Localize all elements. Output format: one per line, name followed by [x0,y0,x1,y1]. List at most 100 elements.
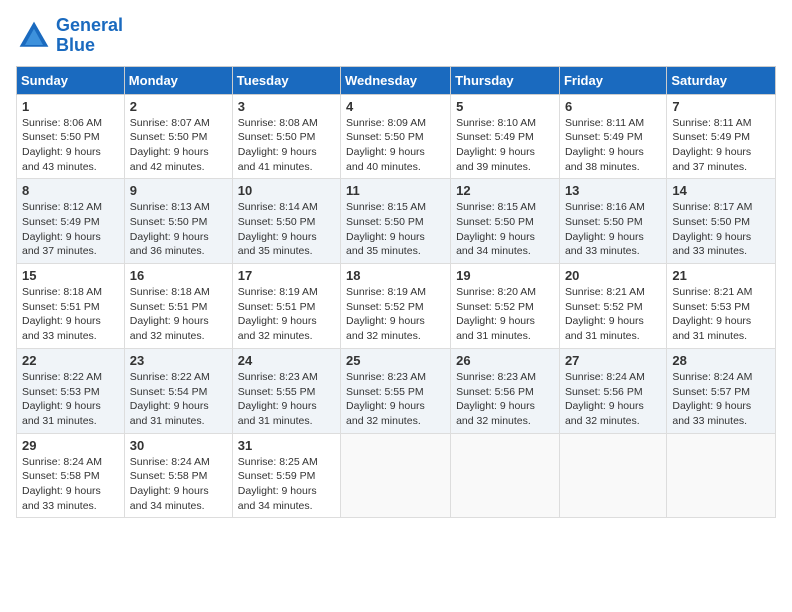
calendar-cell: 30 Sunrise: 8:24 AM Sunset: 5:58 PM Dayli… [124,433,232,518]
day-number: 17 [238,268,335,283]
calendar-cell: 23 Sunrise: 8:22 AM Sunset: 5:54 PM Dayli… [124,348,232,433]
calendar-cell: 16 Sunrise: 8:18 AM Sunset: 5:51 PM Dayli… [124,264,232,349]
day-info: Sunrise: 8:24 AM Sunset: 5:57 PM Dayligh… [672,370,770,429]
day-info: Sunrise: 8:11 AM Sunset: 5:49 PM Dayligh… [672,116,770,175]
day-info: Sunrise: 8:07 AM Sunset: 5:50 PM Dayligh… [130,116,227,175]
calendar-week-row: 15 Sunrise: 8:18 AM Sunset: 5:51 PM Dayli… [17,264,776,349]
calendar-cell: 22 Sunrise: 8:22 AM Sunset: 5:53 PM Dayli… [17,348,125,433]
day-info: Sunrise: 8:25 AM Sunset: 5:59 PM Dayligh… [238,455,335,514]
calendar-cell: 10Sunrise: 8:14 AM Sunset: 5:50 PM Dayli… [232,179,340,264]
logo-text: General Blue [56,16,123,56]
day-number: 24 [238,353,335,368]
day-info: Sunrise: 8:22 AM Sunset: 5:53 PM Dayligh… [22,370,119,429]
calendar-cell [451,433,560,518]
day-number: 10 [238,183,335,198]
day-number: 5 [456,99,554,114]
day-number: 16 [130,268,227,283]
day-info: Sunrise: 8:06 AM Sunset: 5:50 PM Dayligh… [22,116,119,175]
calendar-cell: 5 Sunrise: 8:10 AM Sunset: 5:49 PM Daylig… [451,94,560,179]
day-info: Sunrise: 8:18 AM Sunset: 5:51 PM Dayligh… [130,285,227,344]
logo-blue: Blue [56,35,95,55]
day-info: Sunrise: 8:12 AM Sunset: 5:49 PM Dayligh… [22,200,119,259]
calendar-header-row: SundayMondayTuesdayWednesdayThursdayFrid… [17,66,776,94]
day-number: 11 [346,183,445,198]
calendar-cell: 13 Sunrise: 8:16 AM Sunset: 5:50 PM Dayli… [559,179,666,264]
weekday-header: Thursday [451,66,560,94]
day-info: Sunrise: 8:17 AM Sunset: 5:50 PM Dayligh… [672,200,770,259]
day-number: 23 [130,353,227,368]
calendar-cell: 15 Sunrise: 8:18 AM Sunset: 5:51 PM Dayli… [17,264,125,349]
calendar-cell: 31Sunrise: 8:25 AM Sunset: 5:59 PM Dayli… [232,433,340,518]
day-number: 29 [22,438,119,453]
day-number: 28 [672,353,770,368]
day-number: 1 [22,99,119,114]
calendar-cell: 6 Sunrise: 8:11 AM Sunset: 5:49 PM Daylig… [559,94,666,179]
day-number: 8 [22,183,119,198]
day-number: 15 [22,268,119,283]
day-number: 14 [672,183,770,198]
calendar-cell [341,433,451,518]
day-info: Sunrise: 8:22 AM Sunset: 5:54 PM Dayligh… [130,370,227,429]
page-header: General Blue [16,16,776,56]
calendar-cell: 21 Sunrise: 8:21 AM Sunset: 5:53 PM Dayli… [667,264,776,349]
day-info: Sunrise: 8:23 AM Sunset: 5:55 PM Dayligh… [238,370,335,429]
day-number: 7 [672,99,770,114]
calendar-week-row: 1 Sunrise: 8:06 AM Sunset: 5:50 PM Daylig… [17,94,776,179]
day-info: Sunrise: 8:08 AM Sunset: 5:50 PM Dayligh… [238,116,335,175]
calendar-cell: 20Sunrise: 8:21 AM Sunset: 5:52 PM Dayli… [559,264,666,349]
day-number: 19 [456,268,554,283]
calendar-cell: 14 Sunrise: 8:17 AM Sunset: 5:50 PM Dayli… [667,179,776,264]
day-number: 13 [565,183,661,198]
calendar-cell: 19 Sunrise: 8:20 AM Sunset: 5:52 PM Dayli… [451,264,560,349]
day-info: Sunrise: 8:18 AM Sunset: 5:51 PM Dayligh… [22,285,119,344]
day-info: Sunrise: 8:24 AM Sunset: 5:58 PM Dayligh… [22,455,119,514]
day-number: 2 [130,99,227,114]
day-number: 4 [346,99,445,114]
logo: General Blue [16,16,123,56]
logo-icon [16,18,52,54]
day-number: 6 [565,99,661,114]
calendar-cell: 27Sunrise: 8:24 AM Sunset: 5:56 PM Dayli… [559,348,666,433]
day-info: Sunrise: 8:23 AM Sunset: 5:56 PM Dayligh… [456,370,554,429]
day-number: 21 [672,268,770,283]
day-number: 27 [565,353,661,368]
calendar-cell: 4 Sunrise: 8:09 AM Sunset: 5:50 PM Daylig… [341,94,451,179]
calendar-cell: 26Sunrise: 8:23 AM Sunset: 5:56 PM Dayli… [451,348,560,433]
weekday-header: Saturday [667,66,776,94]
day-number: 22 [22,353,119,368]
calendar-cell: 28 Sunrise: 8:24 AM Sunset: 5:57 PM Dayli… [667,348,776,433]
day-info: Sunrise: 8:11 AM Sunset: 5:49 PM Dayligh… [565,116,661,175]
day-info: Sunrise: 8:10 AM Sunset: 5:49 PM Dayligh… [456,116,554,175]
day-info: Sunrise: 8:20 AM Sunset: 5:52 PM Dayligh… [456,285,554,344]
day-number: 20 [565,268,661,283]
calendar-cell: 2 Sunrise: 8:07 AM Sunset: 5:50 PM Daylig… [124,94,232,179]
calendar-cell: 18Sunrise: 8:19 AM Sunset: 5:52 PM Dayli… [341,264,451,349]
calendar-cell: 8 Sunrise: 8:12 AM Sunset: 5:49 PM Daylig… [17,179,125,264]
weekday-header: Monday [124,66,232,94]
day-number: 25 [346,353,445,368]
day-info: Sunrise: 8:19 AM Sunset: 5:52 PM Dayligh… [346,285,445,344]
day-info: Sunrise: 8:13 AM Sunset: 5:50 PM Dayligh… [130,200,227,259]
calendar-cell: 17 Sunrise: 8:19 AM Sunset: 5:51 PM Dayli… [232,264,340,349]
day-info: Sunrise: 8:15 AM Sunset: 5:50 PM Dayligh… [456,200,554,259]
day-info: Sunrise: 8:24 AM Sunset: 5:58 PM Dayligh… [130,455,227,514]
day-info: Sunrise: 8:19 AM Sunset: 5:51 PM Dayligh… [238,285,335,344]
calendar-cell: 24 Sunrise: 8:23 AM Sunset: 5:55 PM Dayli… [232,348,340,433]
weekday-header: Sunday [17,66,125,94]
day-number: 3 [238,99,335,114]
weekday-header: Tuesday [232,66,340,94]
calendar-cell: 29 Sunrise: 8:24 AM Sunset: 5:58 PM Dayli… [17,433,125,518]
day-number: 9 [130,183,227,198]
weekday-header: Wednesday [341,66,451,94]
day-number: 30 [130,438,227,453]
day-info: Sunrise: 8:23 AM Sunset: 5:55 PM Dayligh… [346,370,445,429]
calendar-week-row: 22 Sunrise: 8:22 AM Sunset: 5:53 PM Dayli… [17,348,776,433]
day-info: Sunrise: 8:21 AM Sunset: 5:53 PM Dayligh… [672,285,770,344]
day-info: Sunrise: 8:16 AM Sunset: 5:50 PM Dayligh… [565,200,661,259]
day-info: Sunrise: 8:09 AM Sunset: 5:50 PM Dayligh… [346,116,445,175]
calendar-week-row: 29 Sunrise: 8:24 AM Sunset: 5:58 PM Dayli… [17,433,776,518]
calendar-cell: 7 Sunrise: 8:11 AM Sunset: 5:49 PM Daylig… [667,94,776,179]
logo-general: General [56,15,123,35]
day-info: Sunrise: 8:15 AM Sunset: 5:50 PM Dayligh… [346,200,445,259]
calendar-cell: 12Sunrise: 8:15 AM Sunset: 5:50 PM Dayli… [451,179,560,264]
